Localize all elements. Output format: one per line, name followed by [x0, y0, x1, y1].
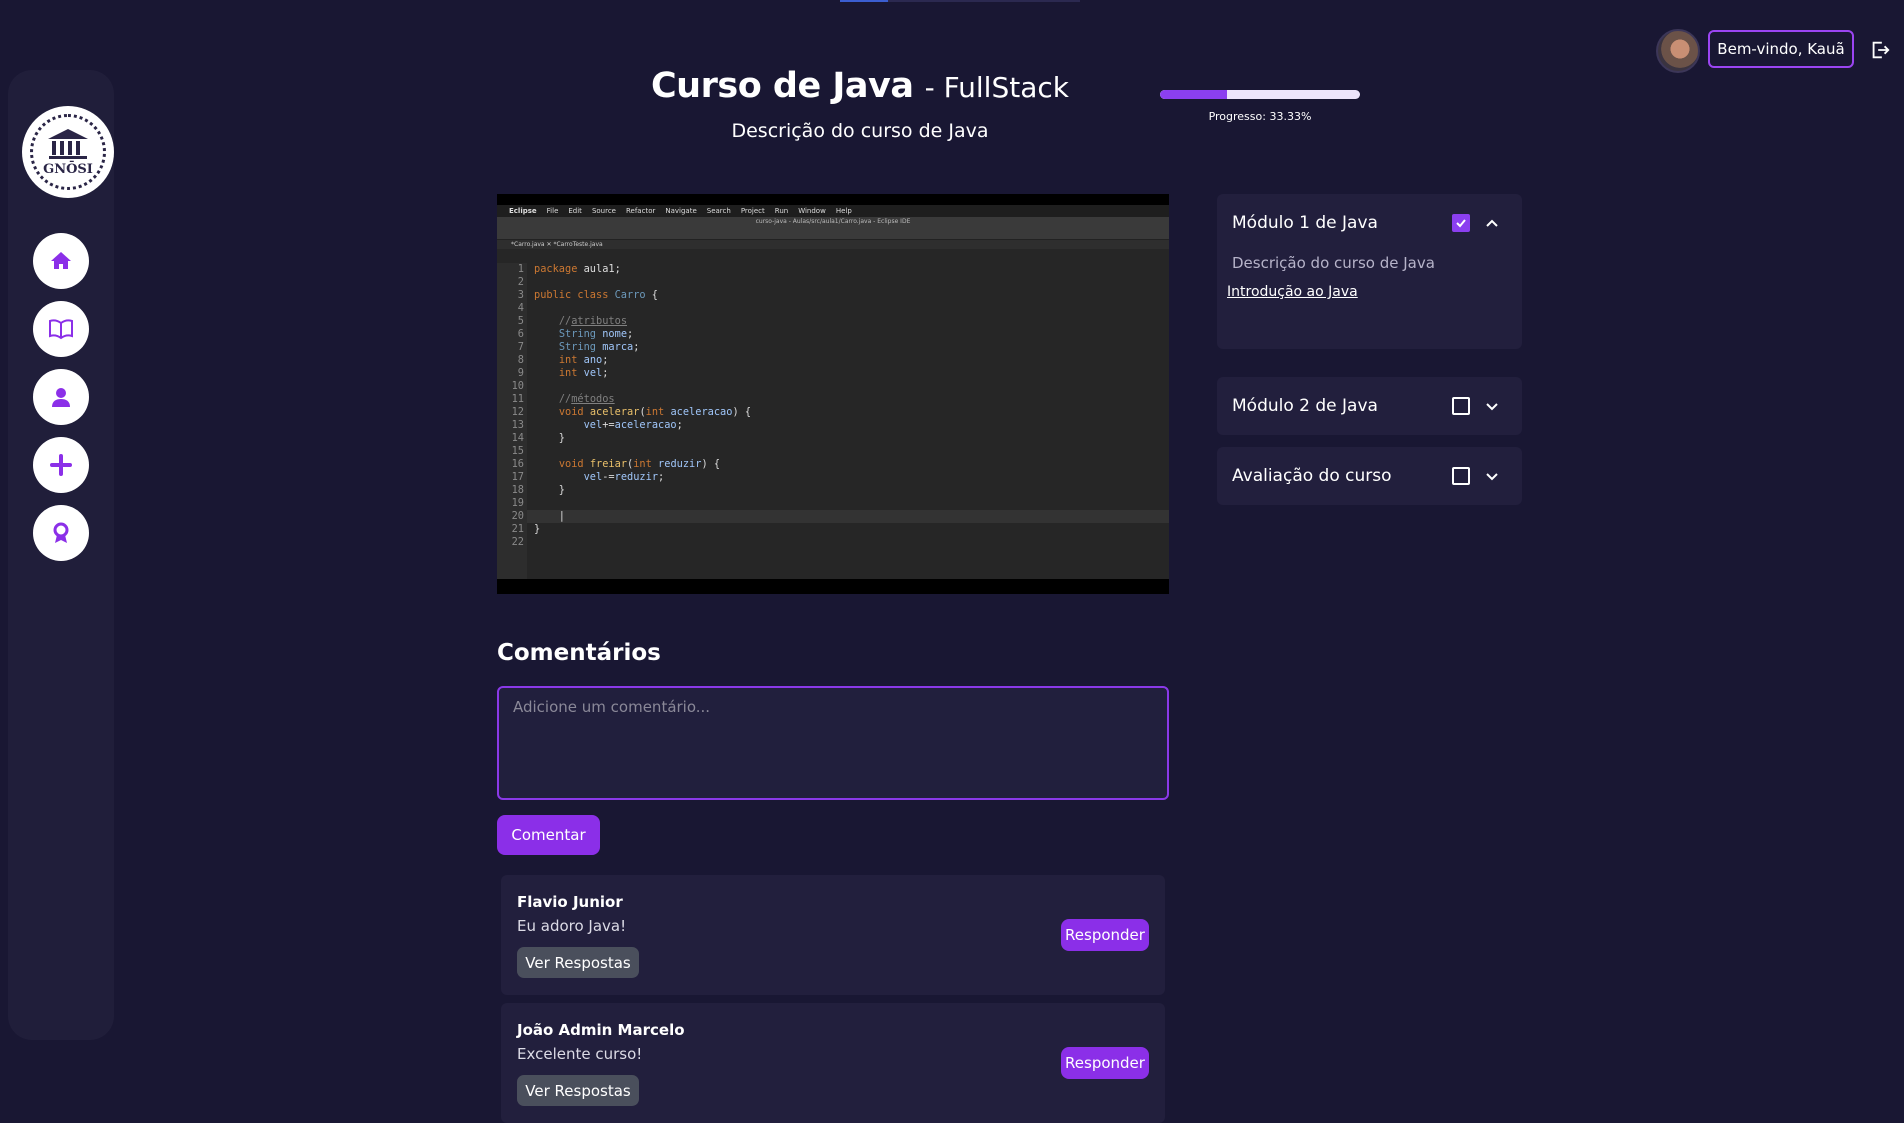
- sidebar-item-profile[interactable]: [33, 369, 89, 425]
- comment-card: Flavio Junior Eu adoro Java! Ver Respost…: [501, 875, 1165, 995]
- video-menu-item: Refactor: [625, 207, 656, 215]
- module-title: Módulo 1 de Java: [1232, 213, 1378, 233]
- progress-bar: [1160, 90, 1360, 99]
- video-menu-item: Eclipse: [509, 207, 537, 215]
- reply-button[interactable]: Responder: [1061, 1047, 1149, 1079]
- video-menu-item: Source: [591, 207, 616, 215]
- comment-card: João Admin Marcelo Excelente curso! Ver …: [501, 1003, 1165, 1123]
- video-toolbar: curso-java - Aulas/src/aula1/Carro.java …: [497, 217, 1169, 240]
- comment-text: Excelente curso!: [517, 1045, 643, 1063]
- welcome-button[interactable]: Bem-vindo, Kauã: [1708, 30, 1854, 68]
- logo-text: GNŌSI: [43, 162, 93, 177]
- page-subtitle: - FullStack: [924, 71, 1069, 104]
- check-icon: [1456, 219, 1466, 228]
- video-player[interactable]: Eclipse File Edit Source Refactor Navigate Sea…: [497, 194, 1169, 594]
- logout-icon[interactable]: [1869, 39, 1891, 61]
- award-icon: [53, 522, 69, 543]
- top-scroll-indicator: [840, 0, 1080, 2]
- course-header: Curso de Java - FullStack: [640, 66, 1080, 106]
- video-menu-item: Search: [706, 207, 731, 215]
- module-header[interactable]: Módulo 1 de Java: [1217, 194, 1522, 252]
- book-icon: [49, 319, 73, 340]
- chevron-down-icon[interactable]: [1485, 399, 1499, 413]
- brand-logo[interactable]: GNŌSI: [22, 106, 114, 198]
- progress-label: Progresso: 33.33%: [1208, 110, 1312, 123]
- reply-button[interactable]: Responder: [1061, 919, 1149, 951]
- sidebar-item-add[interactable]: [33, 437, 89, 493]
- module-2: Módulo 2 de Java: [1217, 377, 1522, 435]
- comment-author: Flavio Junior: [517, 893, 623, 911]
- lesson-link[interactable]: Introdução ao Java: [1217, 284, 1522, 300]
- module-description: Descrição do curso de Java: [1232, 254, 1435, 272]
- module-checkbox[interactable]: [1452, 467, 1470, 485]
- temple-icon: [48, 129, 88, 159]
- user-icon: [52, 388, 70, 407]
- sidebar: GNŌSI: [8, 70, 114, 1040]
- progress-fill: [1160, 90, 1227, 99]
- video-window-title: curso-java - Aulas/src/aula1/Carro.java …: [755, 218, 911, 225]
- video-menu-item: Navigate: [665, 207, 697, 215]
- module-checkbox[interactable]: [1452, 397, 1470, 415]
- video-frame: Eclipse File Edit Source Refactor Navigate Sea…: [497, 205, 1169, 579]
- course-description: Descrição do curso de Java: [731, 120, 989, 142]
- chevron-down-icon[interactable]: [1485, 469, 1499, 483]
- comment-text: Eu adoro Java!: [517, 917, 627, 935]
- sidebar-item-home[interactable]: [33, 233, 89, 289]
- module-header[interactable]: Avaliação do curso: [1217, 447, 1522, 505]
- video-menu-item: Project: [740, 207, 765, 215]
- code-editor: 1 2 3 4 5 6 7 8 9 10 11 12 13 14 15 16 17 18 19 20 21 22 pack…: [497, 263, 1169, 579]
- video-menu-item: Edit: [568, 207, 582, 215]
- sidebar-item-certificates[interactable]: [33, 505, 89, 561]
- sidebar-item-courses[interactable]: [33, 301, 89, 357]
- comments-title: Comentários: [497, 640, 661, 666]
- view-replies-button[interactable]: Ver Respostas: [517, 1075, 639, 1106]
- video-menu-item: Window: [798, 207, 826, 215]
- chevron-up-icon[interactable]: [1485, 216, 1499, 230]
- module-title: Avaliação do curso: [1232, 466, 1392, 486]
- home-icon: [51, 252, 71, 269]
- module-title: Módulo 2 de Java: [1232, 396, 1378, 416]
- comment-author: João Admin Marcelo: [517, 1021, 685, 1039]
- video-tabbar: *Carro.java ✕ *CarroTeste.java: [497, 240, 1169, 249]
- video-menu-item: File: [546, 207, 559, 215]
- view-replies-button[interactable]: Ver Respostas: [517, 947, 639, 978]
- module-header[interactable]: Módulo 2 de Java: [1217, 377, 1522, 435]
- module-3: Avaliação do curso: [1217, 447, 1522, 505]
- submit-comment-button[interactable]: Comentar: [497, 815, 600, 855]
- avatar[interactable]: [1656, 29, 1700, 73]
- video-menu-item: Run: [774, 207, 789, 215]
- page-title: Curso de Java: [651, 66, 914, 106]
- video-menu-item: Help: [835, 207, 852, 215]
- plus-icon: [50, 454, 72, 476]
- code-lines: package aula1; public class Carro { //at…: [534, 263, 752, 535]
- module-1: Módulo 1 de Java Descrição do curso de J…: [1217, 194, 1522, 349]
- module-checkbox[interactable]: [1452, 214, 1470, 232]
- comment-input[interactable]: [497, 686, 1169, 800]
- line-numbers: 1 2 3 4 5 6 7 8 9 10 11 12 13 14 15 16 17 18 19 20 21 22: [497, 263, 527, 579]
- video-menubar: Eclipse File Edit Source Refactor Navigate Sea…: [497, 205, 1169, 217]
